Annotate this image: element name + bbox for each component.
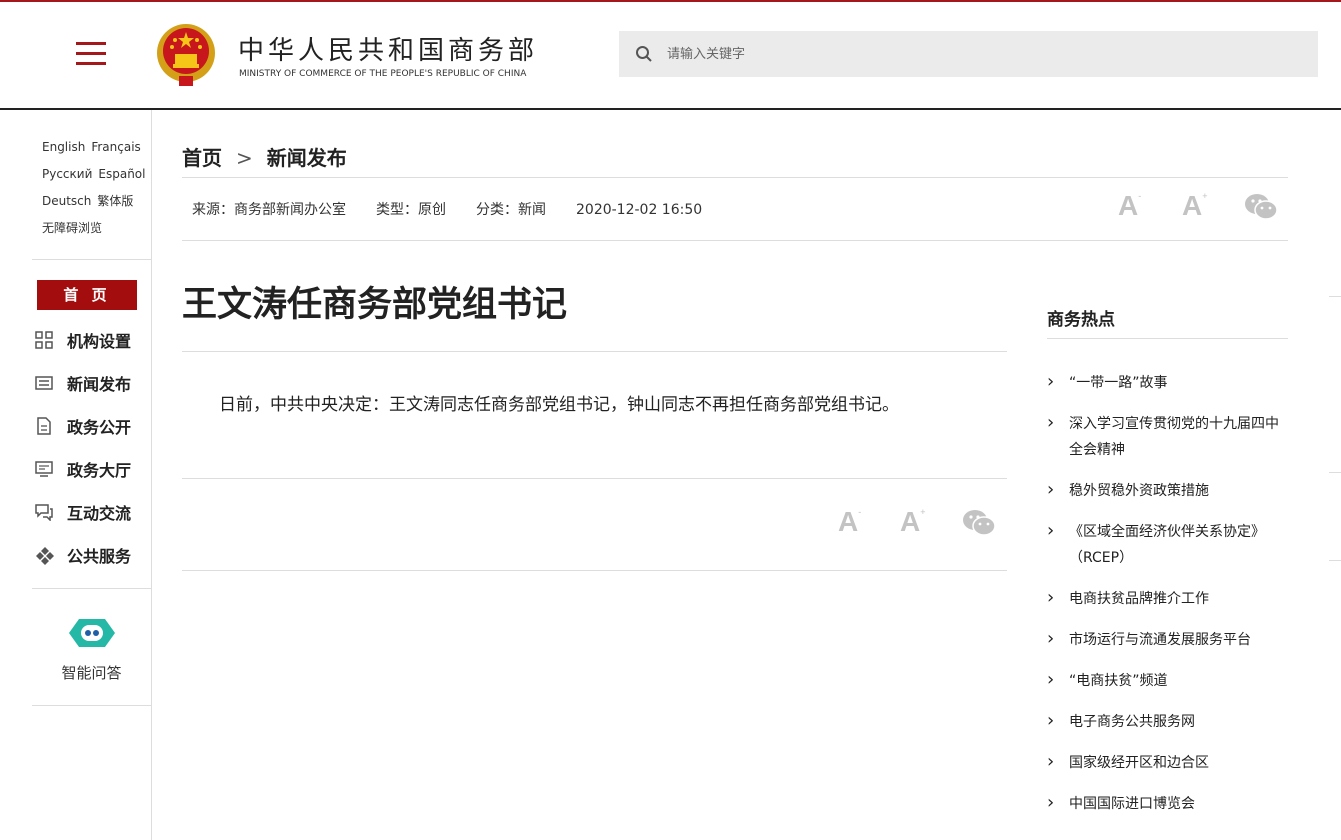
accessibility-link[interactable]: 无障碍浏览 xyxy=(42,221,102,235)
national-emblem-logo[interactable] xyxy=(155,22,217,88)
sidebar-item-label: 机构设置 xyxy=(67,332,132,351)
divider xyxy=(182,177,1288,178)
smart-qa-label[interactable]: 智能问答 xyxy=(32,662,151,683)
search-input[interactable] xyxy=(667,31,1297,77)
divider xyxy=(182,351,1007,352)
ministry-name-cn: 中华人民共和国商务部 xyxy=(238,36,539,66)
sidebar-divider xyxy=(32,588,151,589)
lang-english[interactable]: English xyxy=(42,140,85,154)
breadcrumb: 首页 > 新闻发布 xyxy=(182,142,347,171)
meta-datetime: 2020-12-02 16:50 xyxy=(576,202,703,218)
breadcrumb-current[interactable]: 新闻发布 xyxy=(267,146,347,170)
site-header: 中华人民共和国商务部 MINISTRY OF COMMERCE OF THE P… xyxy=(0,2,1341,110)
hot-topic-item[interactable]: “电商扶贫”频道 xyxy=(1047,667,1288,694)
edge-divider xyxy=(1329,296,1341,297)
sidebar-divider xyxy=(32,259,151,260)
hot-topic-item[interactable]: 市场运行与流通发展服务平台 xyxy=(1047,626,1288,653)
search-box xyxy=(619,31,1318,77)
lang-spanish[interactable]: Español xyxy=(98,167,145,181)
left-sidebar: English Français Русский Español Deutsch 繁体… xyxy=(32,110,152,840)
search-icon[interactable] xyxy=(635,45,653,63)
lang-russian[interactable]: Русский xyxy=(42,167,92,181)
lang-german[interactable]: Deutsch xyxy=(42,194,91,208)
divider xyxy=(182,570,1007,571)
hot-topic-item[interactable]: 电子商务公共服务网 xyxy=(1047,708,1288,735)
meta-source: 来源：商务部新闻办公室 xyxy=(192,202,346,218)
language-links: English Français Русский Español Deutsch 繁体… xyxy=(32,110,151,242)
ministry-name-en: MINISTRY OF COMMERCE OF THE PEOPLE'S REP… xyxy=(239,69,527,79)
article-title: 王文涛任商务部党组书记 xyxy=(182,285,568,325)
sidebar-divider xyxy=(32,705,151,706)
sidebar-item-label: 政务公开 xyxy=(67,418,132,437)
chevron-right-icon: > xyxy=(236,146,253,170)
hot-topic-item[interactable]: 中国国际进口博览会 xyxy=(1047,790,1288,817)
hot-topic-item[interactable]: 电商扶贫品牌推介工作 xyxy=(1047,585,1288,612)
lang-french[interactable]: Français xyxy=(91,140,140,154)
article-body: 日前，中共中央决定：王文涛同志任商务部党组书记，钟山同志不再担任商务部党组书记。 xyxy=(219,395,899,415)
chat-icon xyxy=(35,504,53,521)
breadcrumb-home[interactable]: 首页 xyxy=(182,146,222,170)
monitor-icon xyxy=(35,461,53,477)
grid-icon xyxy=(35,331,53,349)
edge-divider xyxy=(1329,472,1341,473)
hot-topics-title: 商务热点 xyxy=(1047,310,1115,330)
meta-category: 分类：新闻 xyxy=(476,202,546,218)
hot-topic-item[interactable]: “一带一路”故事 xyxy=(1047,369,1288,396)
sidebar-home-button[interactable]: 首 页 xyxy=(37,280,137,310)
sidebar-item-label: 政务大厅 xyxy=(67,461,132,480)
wechat-icon[interactable] xyxy=(1244,193,1278,221)
lang-traditional-chinese[interactable]: 繁体版 xyxy=(97,194,133,208)
divider xyxy=(182,240,1288,241)
font-increase-button-bottom[interactable]: A+ xyxy=(900,506,926,538)
edge-divider xyxy=(1329,560,1341,561)
hot-topics-list: “一带一路”故事 深入学习宣传贯彻党的十九届四中全会精神 稳外贸稳外资政策措施 … xyxy=(1047,369,1288,832)
sidebar-item-label: 新闻发布 xyxy=(67,375,132,394)
sidebar-item-label: 互动交流 xyxy=(67,504,132,523)
font-decrease-button-bottom[interactable]: A- xyxy=(838,506,861,538)
service-icon xyxy=(36,547,54,565)
news-icon xyxy=(35,376,53,390)
divider xyxy=(1047,338,1288,339)
meta-type: 类型：原创 xyxy=(376,202,446,218)
hot-topic-item[interactable]: 《区域全面经济伙伴关系协定》（RCEP） xyxy=(1047,518,1288,571)
sidebar-item-label: 公共服务 xyxy=(67,547,132,566)
font-increase-button[interactable]: A+ xyxy=(1182,190,1208,222)
divider xyxy=(182,478,1007,479)
font-decrease-button[interactable]: A- xyxy=(1118,190,1141,222)
document-icon xyxy=(37,417,51,435)
hot-topic-item[interactable]: 深入学习宣传贯彻党的十九届四中全会精神 xyxy=(1047,410,1288,463)
hot-topic-item[interactable]: 国家级经开区和边合区 xyxy=(1047,749,1288,776)
menu-icon[interactable] xyxy=(76,42,106,66)
article-meta: 来源：商务部新闻办公室 类型：原创 分类：新闻 2020-12-02 16:50 xyxy=(192,199,732,219)
robot-assistant-icon[interactable] xyxy=(69,617,115,649)
hot-topic-item[interactable]: 稳外贸稳外资政策措施 xyxy=(1047,477,1288,504)
wechat-icon[interactable] xyxy=(962,509,996,537)
